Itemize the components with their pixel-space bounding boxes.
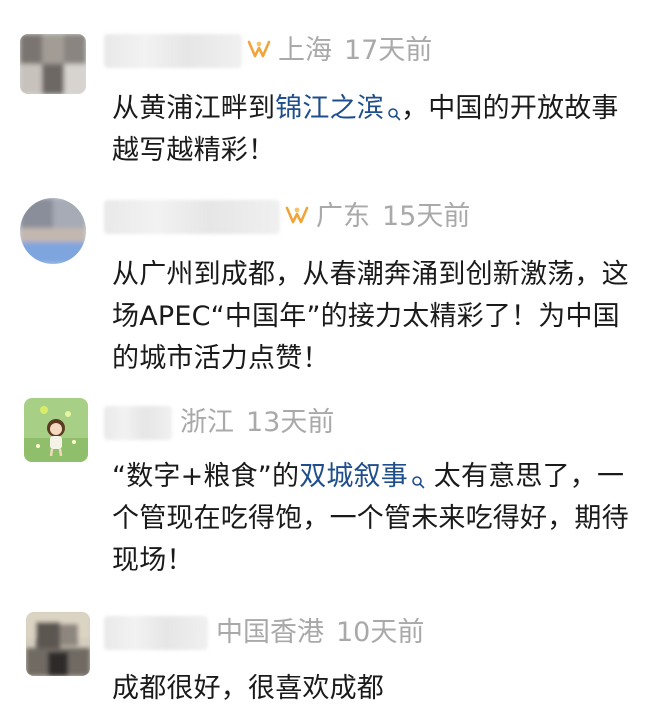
fan-badge-icon (284, 201, 310, 235)
avatar-image (24, 398, 88, 462)
time-label: 15天前 (382, 201, 471, 232)
time-label: 17天前 (344, 35, 433, 66)
time-label: 10天前 (336, 617, 425, 648)
comment-text-part: 从黄浦江畔到 (112, 93, 276, 124)
comment-text: “数字+粮食”的双城叙事 太有意思了，一个管现在吃得饱，一个管未来吃得好，期待现… (112, 456, 632, 582)
comment-meta: 上海 17天前 (246, 34, 432, 69)
comment-meta: 浙江 13天前 (180, 406, 334, 440)
username-redacted[interactable] (104, 406, 172, 440)
username-redacted[interactable] (104, 200, 280, 234)
search-icon[interactable] (411, 460, 425, 489)
time-label: 13天前 (246, 407, 335, 438)
avatar[interactable] (20, 34, 86, 94)
comment-meta: 中国香港 10天前 (216, 616, 424, 650)
topic-link[interactable]: 锦江之滨 (275, 93, 384, 124)
username-redacted[interactable] (104, 34, 242, 68)
comment-text: 成都很好，很喜欢成都 (112, 673, 384, 704)
avatar[interactable] (20, 198, 86, 264)
topic-link[interactable]: 双城叙事 (299, 461, 408, 492)
avatar[interactable] (26, 612, 90, 676)
avatar-image (20, 198, 86, 264)
comment-meta: 广东 15天前 (284, 200, 470, 235)
avatar-image (20, 34, 86, 94)
location-label: 上海 (278, 35, 332, 66)
comment-text: 从黄浦江畔到锦江之滨 ，中国的开放故事越写越精彩！ (112, 88, 632, 172)
search-icon[interactable] (387, 92, 401, 121)
fan-badge-icon (246, 35, 272, 69)
username-redacted[interactable] (104, 616, 208, 650)
avatar-image (26, 612, 90, 676)
location-label: 广东 (316, 201, 370, 232)
location-label: 中国香港 (216, 617, 324, 648)
location-label: 浙江 (180, 407, 234, 438)
avatar[interactable] (24, 398, 88, 462)
comment-text-part: “数字+粮食”的 (112, 461, 300, 492)
comment-text: 从广州到成都，从春潮奔涌到创新激荡，这场APEC“中国年”的接力太精彩了！为中国… (112, 259, 629, 374)
